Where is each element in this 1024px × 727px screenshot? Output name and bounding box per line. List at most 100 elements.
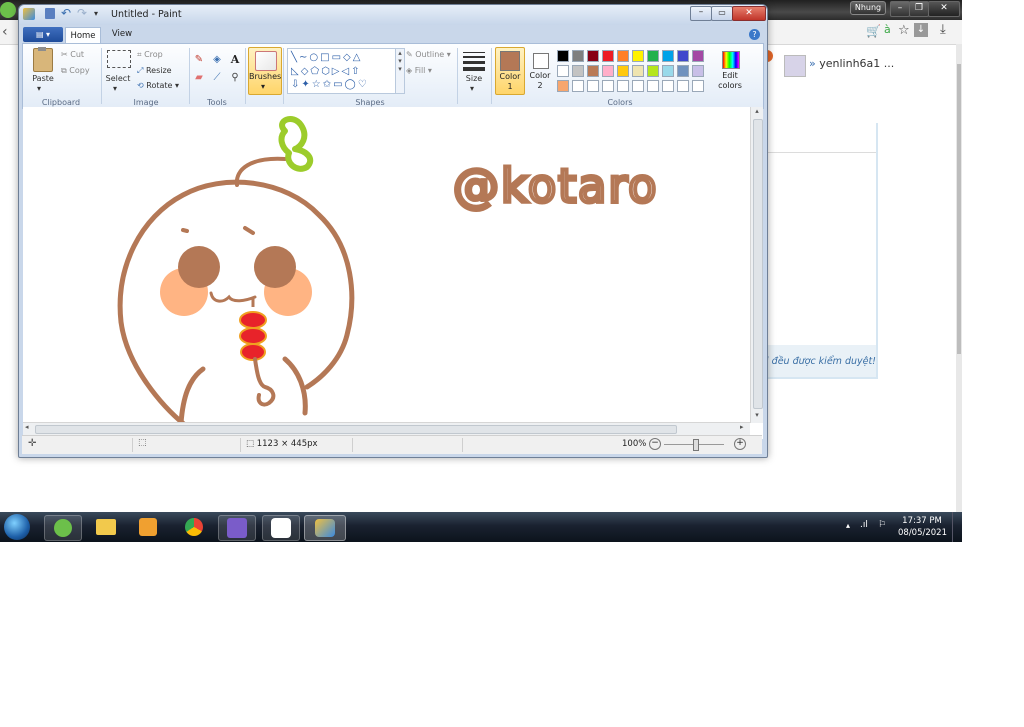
taskbar-media-player[interactable] (130, 515, 166, 539)
save-icon[interactable] (45, 8, 55, 19)
palette-swatch[interactable] (602, 50, 614, 62)
taskbar-chrome[interactable] (176, 515, 212, 539)
palette-swatch[interactable] (632, 80, 644, 92)
color-picker-icon[interactable]: ⟋ (209, 72, 225, 86)
undo-icon[interactable]: ↶ (61, 6, 71, 20)
edit-colors-button[interactable]: Edit colors (715, 47, 745, 93)
crop-button[interactable]: ⌗ Crop (137, 50, 163, 60)
show-desktop-button[interactable] (952, 512, 963, 542)
paste-dropdown-icon[interactable]: ▾ (37, 84, 41, 93)
paint-app-icon[interactable] (23, 8, 35, 20)
vertical-scroll-thumb[interactable] (753, 119, 763, 409)
palette-swatch[interactable] (662, 65, 674, 77)
shapes-scroll[interactable]: ▴ ▾ ▾ (395, 48, 405, 94)
download-icon[interactable]: ⤓ (940, 22, 946, 37)
palette-swatch[interactable] (647, 50, 659, 62)
palette-swatch[interactable] (692, 50, 704, 62)
maximize-button[interactable]: ▭ (711, 6, 733, 21)
back-arrow-icon[interactable]: ‹ (2, 24, 8, 40)
shape-icons-row-3[interactable]: ⇩✦☆✩▭◯♡ (291, 79, 369, 91)
palette-swatch[interactable] (587, 65, 599, 77)
canvas-horizontal-scrollbar[interactable]: ◂ ▸ (23, 422, 750, 435)
show-hidden-icons[interactable]: ▴ (846, 521, 850, 530)
palette-swatch[interactable] (557, 80, 569, 92)
eraser-icon[interactable]: ▰ (191, 72, 207, 86)
zoom-slider-thumb[interactable] (693, 439, 699, 451)
canvas-vertical-scrollbar[interactable]: ▴ ▾ (750, 107, 763, 423)
tab-view[interactable]: View (107, 29, 137, 39)
pencil-icon[interactable]: ✎ (191, 54, 207, 68)
color1-button[interactable]: Color 1 (495, 47, 525, 95)
scroll-up-icon[interactable]: ▴ (751, 107, 763, 115)
help-icon[interactable]: ? (749, 29, 760, 40)
close-button[interactable]: ✕ (732, 6, 766, 21)
resize-button[interactable]: ⤢ Resize (137, 66, 172, 76)
brushes-button[interactable]: Brushes ▾ (248, 47, 282, 95)
palette-swatch[interactable] (587, 50, 599, 62)
browser-close-button[interactable]: ✕ (928, 1, 960, 17)
scroll-right-icon[interactable]: ▸ (740, 423, 744, 431)
palette-swatch[interactable] (692, 80, 704, 92)
flag-icon[interactable]: ⚐ (878, 520, 886, 530)
taskbar-paint[interactable] (304, 515, 346, 541)
taskbar-explorer[interactable] (88, 515, 124, 539)
palette-swatch[interactable] (692, 65, 704, 77)
zoom-in-button[interactable]: + (734, 438, 746, 450)
shape-icons-row-1[interactable]: ╲∼○□▭◇△ (291, 51, 362, 65)
palette-swatch[interactable] (557, 50, 569, 62)
start-button[interactable] (4, 514, 30, 540)
network-icon[interactable]: .ıl (860, 520, 868, 530)
cut-button[interactable]: ✂ Cut (61, 50, 84, 59)
scroll-down-icon[interactable]: ▾ (751, 411, 763, 419)
clock[interactable]: 17:37 PM 08/05/2021 (898, 516, 947, 538)
palette-swatch[interactable] (557, 65, 569, 77)
download-status-icon[interactable]: ↓ (914, 23, 928, 37)
paint-menu-button[interactable]: ▤ ▾ (23, 27, 63, 42)
palette-swatch[interactable] (602, 65, 614, 77)
copy-button[interactable]: ⧉ Copy (61, 66, 90, 76)
user-avatar[interactable] (784, 55, 806, 77)
palette-swatch[interactable] (572, 50, 584, 62)
taskbar-game-app[interactable] (218, 515, 256, 541)
palette-swatch[interactable] (617, 80, 629, 92)
cart-icon[interactable]: 🛒 (866, 24, 881, 38)
fill-button[interactable]: ◈ Fill ▾ (406, 66, 432, 75)
browser-scrollbar-thumb[interactable] (957, 64, 961, 354)
text-tool-icon[interactable]: A (227, 53, 243, 67)
palette-swatch[interactable] (632, 65, 644, 77)
select-icon[interactable] (107, 50, 131, 68)
palette-swatch[interactable] (587, 80, 599, 92)
palette-swatch[interactable] (632, 50, 644, 62)
palette-swatch[interactable] (677, 50, 689, 62)
shape-icons-row-2[interactable]: ◺◇⬠⬡▷◁⇧ (291, 65, 362, 79)
select-button[interactable]: Select (103, 74, 133, 83)
canvas-area[interactable]: @kotaro (23, 107, 763, 439)
redo-icon[interactable]: ↷ (77, 6, 87, 20)
fill-bucket-icon[interactable]: ◈ (209, 54, 225, 68)
minimize-button[interactable]: – (690, 6, 712, 21)
outline-button[interactable]: ✎ Outline ▾ (406, 50, 451, 59)
quick-access-dropdown-icon[interactable]: ▾ (94, 9, 98, 18)
drawing-canvas[interactable]: @kotaro (23, 107, 763, 439)
palette-swatch[interactable] (647, 65, 659, 77)
palette-swatch[interactable] (572, 65, 584, 77)
palette-swatch[interactable] (602, 80, 614, 92)
size-button[interactable]: Size (461, 74, 487, 83)
palette-swatch[interactable] (647, 80, 659, 92)
user-name[interactable]: » yenlinh6a1 ... (809, 57, 894, 70)
palette-swatch[interactable] (677, 65, 689, 77)
size-dropdown-icon[interactable]: ▾ (470, 84, 474, 93)
palette-swatch[interactable] (572, 80, 584, 92)
palette-swatch[interactable] (677, 80, 689, 92)
star-icon[interactable]: ☆ (898, 23, 910, 38)
palette-swatch[interactable] (662, 50, 674, 62)
paste-button[interactable] (31, 47, 55, 72)
horizontal-scroll-thumb[interactable] (35, 425, 677, 434)
color-palette[interactable] (557, 50, 717, 96)
browser-minimize-button[interactable]: – (890, 1, 910, 17)
palette-swatch[interactable] (617, 65, 629, 77)
rotate-button[interactable]: ⟲ Rotate ▾ (137, 81, 179, 90)
paste-label[interactable]: Paste (29, 74, 57, 83)
palette-swatch[interactable] (617, 50, 629, 62)
palette-swatch[interactable] (662, 80, 674, 92)
